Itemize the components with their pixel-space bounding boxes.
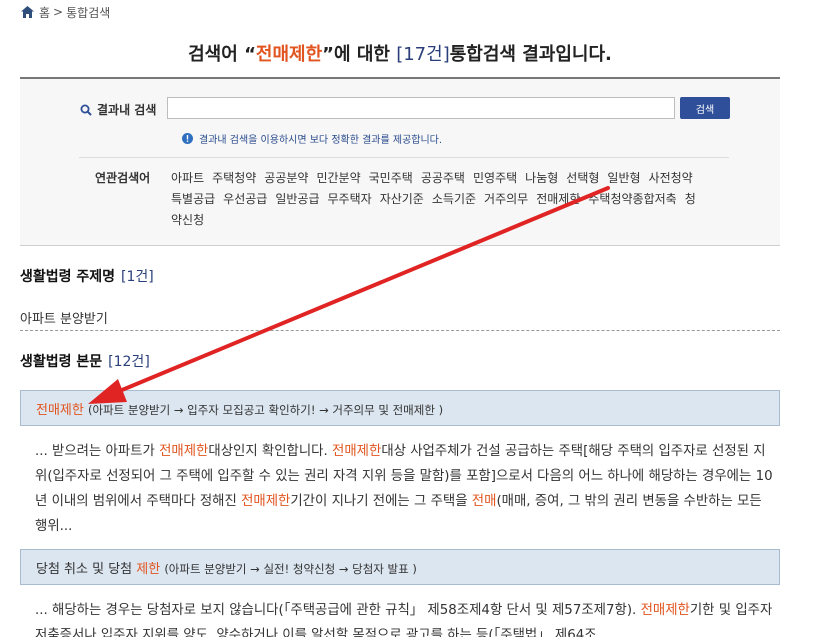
section-body-title: 생활법령 본문 [12건] [20,351,150,371]
page-title: 검색어 “전매제한”에 대한 [17건]통합검색 결과입니다. [0,40,800,66]
result-snippet: ... 해당하는 경우는 당첨자로 보지 않습니다(「주택공급에 관한 규칙」 … [35,598,775,637]
breadcrumb: 홈 > 통합검색 [21,3,110,21]
search-button[interactable]: 검색 [680,97,730,119]
search-label-text: 결과내 검색 [97,103,157,117]
result-path: (아파트 분양받기 → 실전! 청약신청 → 당첨자 발표 ) [164,561,417,576]
result-title-pre: 당첨 취소 및 당첨 [36,561,137,577]
snippet-text: 대상인지 확인합니다. [208,444,333,459]
related-term[interactable]: 우선공급 [223,192,267,206]
search-panel: 결과내 검색 검색 결과내 검색을 이용하시면 보다 정확한 결과를 제공합니다… [20,79,780,246]
search-within-label: 결과내 검색 [80,101,156,118]
title-prefix: 검색어 “ [188,44,256,65]
section-body-count: [12건] [108,354,150,370]
snippet-highlight: 전매 [471,494,497,509]
snippet-highlight: 전매제한 [241,494,291,509]
snippet-text: 기간이 지나기 전에는 그 주택을 [290,494,472,509]
related-term[interactable]: 아파트 [171,171,204,185]
related-term[interactable]: 주택청약 [212,171,256,185]
related-term[interactable]: 전매제한 [536,192,580,206]
related-term[interactable]: 공공주택 [421,171,465,185]
search-icon [80,104,92,116]
snippet-text: ... 해당하는 경우는 당첨자로 보지 않습니다(「주택공급에 관한 규칙」 … [35,603,641,618]
dashed-divider [20,330,780,331]
related-term[interactable]: 소득기준 [432,192,476,206]
result-title-highlight[interactable]: 전매제한 [36,403,84,418]
result-header[interactable]: 당첨 취소 및 당첨 제한 (아파트 분양받기 → 실전! 청약신청 → 당첨자… [20,549,780,585]
related-term[interactable]: 민영주택 [473,171,517,185]
home-icon[interactable] [21,6,34,18]
title-middle: ”에 대한 [322,44,397,65]
related-term[interactable]: 사전청약 [649,171,693,185]
search-notice: 결과내 검색을 이용하시면 보다 정확한 결과를 제공합니다. [182,131,442,146]
related-term[interactable]: 주택청약종합저축 [588,192,676,206]
search-input[interactable] [167,97,675,119]
search-panel-divider [79,157,729,158]
section-topic-label: 생활법령 주제명 [20,269,116,285]
snippet-highlight: 전매제한 [332,444,382,459]
related-term[interactable]: 나눔형 [525,171,558,185]
snippet-highlight: 전매제한 [640,603,690,618]
topic-item[interactable]: 아파트 분양받기 [20,308,108,327]
related-label: 연관검색어 [95,171,151,185]
title-keyword: 전매제한 [255,44,323,65]
related-term[interactable]: 일반형 [607,171,640,185]
related-term[interactable]: 일반공급 [275,192,319,206]
section-topic-title: 생활법령 주제명 [1건] [20,266,154,286]
notice-text: 결과내 검색을 이용하시면 보다 정확한 결과를 제공합니다. [199,135,443,146]
breadcrumb-current: 통합검색 [66,5,111,20]
related-term[interactable]: 무주택자 [328,192,372,206]
result-header[interactable]: 전매제한 (아파트 분양받기 → 입주자 모집공고 확인하기! → 거주의무 및… [20,390,780,426]
snippet-highlight: 전매제한 [159,444,209,459]
result-path: (아파트 분양받기 → 입주자 모집공고 확인하기! → 거주의무 및 전매제한… [87,402,444,417]
info-icon [182,133,193,144]
related-term[interactable]: 특별공급 [171,192,215,206]
result-title-highlight[interactable]: 제한 [136,562,160,577]
title-suffix: 통합검색 결과입니다. [449,44,612,65]
section-topic-count: [1건] [121,269,154,285]
section-body-label: 생활법령 본문 [20,354,103,370]
related-terms: 아파트 주택청약 공공분약 민간분약 국민주택 공공주택 민영주택 나눔형 선택형 일반형 사전청약… [171,168,701,231]
result-snippet: ... 받으려는 아파트가 전매제한대상인지 확인합니다. 전매제한대상 사업주… [35,439,775,539]
breadcrumb-separator: > [53,5,64,19]
related-term[interactable]: 거주의무 [484,192,528,206]
related-term[interactable]: 국민주택 [369,171,413,185]
related-term[interactable]: 민간분약 [316,171,360,185]
related-term[interactable]: 선택형 [566,171,599,185]
related-term[interactable]: 공공분약 [264,171,308,185]
breadcrumb-home[interactable]: 홈 [39,4,50,21]
snippet-text: ... 받으려는 아파트가 [35,444,160,459]
title-count: [17건] [396,44,450,65]
related-term[interactable]: 자산기준 [380,192,424,206]
